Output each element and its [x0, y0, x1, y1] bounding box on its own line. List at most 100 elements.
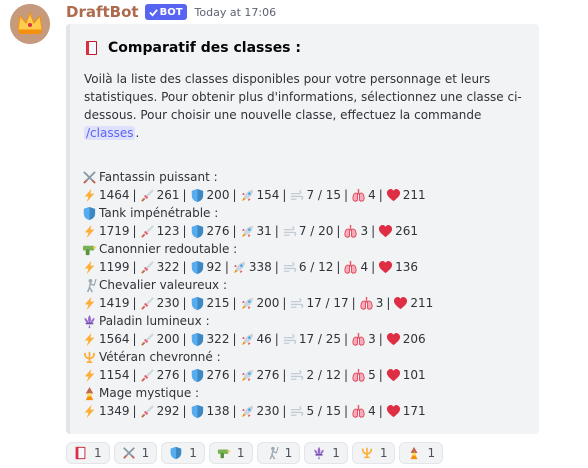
reaction-count: 1 [141, 446, 150, 460]
stat-health: 261 [395, 224, 419, 238]
lungs-icon [351, 404, 366, 419]
stat-energy: 1199 [99, 260, 130, 274]
lightning-icon [82, 224, 97, 239]
stat-breath-regen: 3 [368, 332, 376, 346]
shield-icon [82, 206, 97, 221]
command-mention[interactable]: /classes [84, 126, 136, 140]
stat-energy: 1419 [99, 296, 130, 310]
wind-icon [282, 332, 297, 347]
reaction-button[interactable]: 1 [66, 442, 110, 464]
shield-icon [169, 446, 183, 460]
reactions-bar: 1 1 1 1 1 1 1 1 [66, 442, 444, 464]
separator: | [182, 296, 187, 310]
dagger-icon [140, 368, 155, 383]
stat-speed: 31 [256, 224, 272, 238]
trident-icon [360, 446, 374, 460]
separator: | [132, 260, 137, 274]
separator: | [182, 260, 187, 274]
stat-defense: 92 [206, 260, 222, 274]
separator: | [182, 332, 187, 346]
avatar[interactable] [10, 4, 50, 44]
dagger-icon [140, 296, 155, 311]
stat-attack: 261 [156, 188, 180, 202]
stat-breath: 7 / 15 [306, 188, 342, 202]
rocket-icon [240, 332, 255, 347]
separator: | [371, 260, 376, 274]
reaction-button[interactable]: 1 [161, 442, 205, 464]
dagger-icon [140, 404, 155, 419]
class-stats-row: 1464 | 261 | 200 | 154 | 7 / 15 | 4 | 211 [82, 186, 433, 204]
separator: | [132, 368, 137, 382]
stat-energy: 1719 [99, 224, 130, 238]
lightning-icon [82, 404, 97, 419]
rocket-icon [232, 260, 247, 275]
class-name: Tank impénétrable : [99, 206, 219, 220]
heart-icon [386, 404, 401, 419]
embed-title-text: Comparatif des classes : [108, 40, 301, 56]
class-name: Paladin lumineux : [99, 314, 210, 328]
heart-icon [393, 296, 408, 311]
stat-defense: 200 [206, 188, 230, 202]
separator: | [282, 368, 287, 382]
reaction-button[interactable]: 1 [256, 442, 301, 464]
reaction-button[interactable]: 1 [304, 442, 348, 464]
username[interactable]: DraftBot [66, 3, 139, 21]
stat-attack: 200 [156, 332, 180, 346]
lightning-icon [82, 260, 97, 275]
reaction-count: 1 [94, 446, 102, 460]
reaction-button[interactable]: 1 [351, 442, 396, 464]
wind-icon [289, 368, 304, 383]
shield-icon [190, 260, 205, 275]
reaction-count: 1 [332, 446, 340, 460]
stat-defense: 276 [206, 224, 230, 238]
stat-breath: 17 / 25 [298, 332, 342, 346]
book-icon [74, 446, 88, 460]
fencer-icon [82, 278, 97, 293]
separator: | [182, 404, 187, 418]
separator: | [232, 332, 237, 346]
class-stats-row: 1719 | 123 | 276 | 31 | 7 / 20 | 3 | 261 [82, 222, 433, 240]
class-name-row: Paladin lumineux : [82, 312, 433, 330]
separator: | [282, 296, 287, 310]
class-list: Fantassin puissant :1464 | 261 | 200 | 154 | 7 /… [82, 168, 433, 420]
separator: | [378, 404, 383, 418]
fencer-icon [265, 446, 279, 460]
separator: | [274, 224, 279, 238]
fleur-de-lis-icon [312, 446, 326, 460]
reaction-button[interactable]: 1 [399, 442, 444, 464]
trident-icon [82, 350, 97, 365]
stat-speed: 200 [256, 296, 280, 310]
class-name-row: Fantassin puissant : [82, 168, 433, 186]
shield-icon [190, 368, 205, 383]
dagger-icon [140, 332, 155, 347]
separator: | [132, 404, 137, 418]
reaction-button[interactable]: 1 [208, 442, 253, 464]
separator: | [336, 224, 341, 238]
reaction-count: 1 [379, 446, 388, 460]
stat-energy: 1349 [99, 404, 130, 418]
class-stats-row: 1154 | 276 | 276 | 276 | 2 / 12 | 5 | 101 [82, 366, 433, 384]
separator: | [132, 296, 137, 310]
crossed-swords-icon [82, 170, 97, 185]
reaction-button[interactable]: 1 [113, 442, 158, 464]
heart-icon [378, 260, 393, 275]
shield-icon [190, 296, 205, 311]
separator: | [344, 368, 349, 382]
book-icon [86, 41, 97, 55]
class-stats-row: 1419 | 230 | 215 | 200 | 17 / 17 | 3 | 211 [82, 294, 433, 312]
separator: | [132, 188, 137, 202]
separator: | [274, 260, 279, 274]
stat-speed: 154 [256, 188, 280, 202]
heart-icon [386, 332, 401, 347]
heart-icon [386, 368, 401, 383]
separator: | [232, 368, 237, 382]
stat-health: 211 [402, 188, 426, 202]
stat-breath-regen: 3 [375, 296, 384, 310]
class-name-row: Chevalier valeureux : [82, 276, 433, 294]
lightning-icon [82, 296, 97, 311]
class-name: Canonnier redoutable : [99, 242, 238, 256]
message-header: DraftBot BOT Today at 17:06 [66, 2, 276, 22]
separator: | [232, 188, 237, 202]
stat-attack: 230 [156, 296, 180, 310]
class-name: Mage mystique : [99, 386, 200, 400]
